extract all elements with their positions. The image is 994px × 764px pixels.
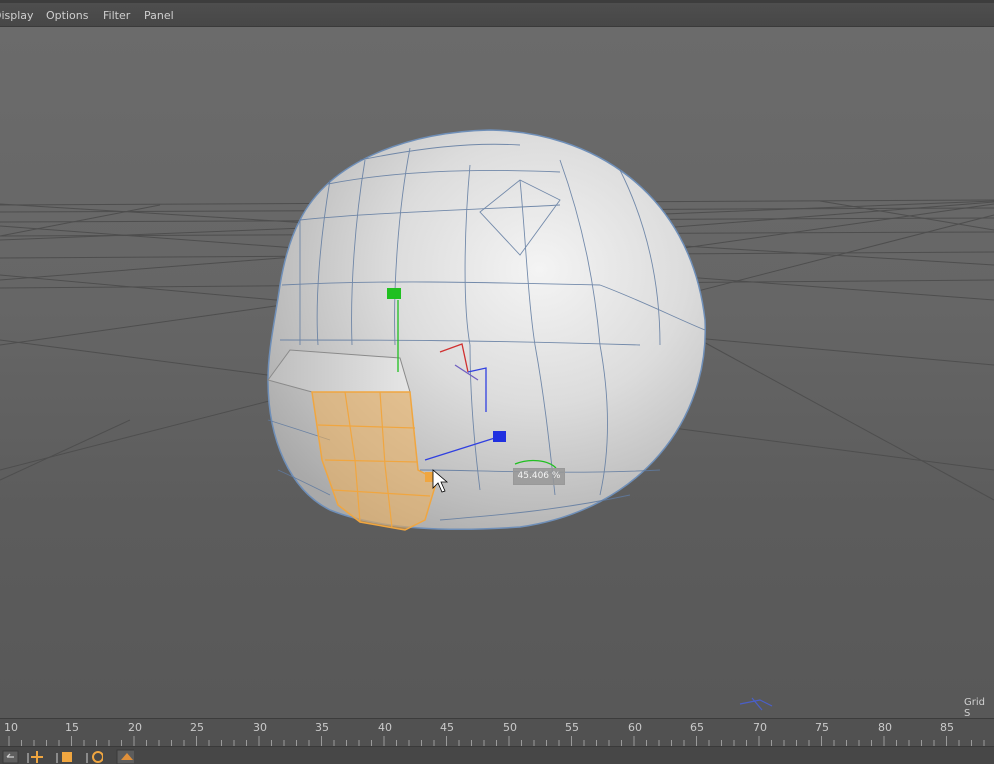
perspective-viewport[interactable]: 45.406 % Grid S <box>0 27 994 718</box>
timeline-ruler[interactable]: 10 15 20 25 30 35 40 45 50 55 60 65 70 7… <box>0 718 994 747</box>
timeline-tick-label: 45 <box>440 721 454 734</box>
timeline-tick-label: 35 <box>315 721 329 734</box>
timeline-tick-label: 65 <box>690 721 704 734</box>
timeline-tick-label: 15 <box>65 721 79 734</box>
timeline-tick-label: 80 <box>878 721 892 734</box>
timeline-tick-label: 10 <box>4 721 18 734</box>
z-axis-handle[interactable] <box>493 431 506 442</box>
viewport-menu-bar: Display Options Filter Panel <box>0 0 994 27</box>
menu-display[interactable]: Display <box>0 9 34 22</box>
render-icon[interactable] <box>116 749 134 764</box>
window-top-edge <box>0 0 994 3</box>
timeline-tick-label: 75 <box>815 721 829 734</box>
viewport-scene <box>0 129 994 711</box>
timeline-tick-label: 30 <box>253 721 267 734</box>
timeline-tick-label: 25 <box>190 721 204 734</box>
timeline-tick-marks <box>8 736 985 746</box>
menu-filter[interactable]: Filter <box>103 9 130 22</box>
y-axis-handle[interactable] <box>387 288 401 299</box>
timeline-tick-label: 60 <box>628 721 642 734</box>
timeline-tick-label: 40 <box>378 721 392 734</box>
menu-panel[interactable]: Panel <box>144 9 174 22</box>
menu-options[interactable]: Options <box>46 9 88 22</box>
timeline-tick-label: 70 <box>753 721 767 734</box>
grid-spacing-label: Grid S <box>964 697 985 718</box>
timeline-tick-label: 50 <box>503 721 517 734</box>
sphere-object[interactable] <box>267 129 706 531</box>
move-icon[interactable] <box>27 749 45 764</box>
timeline-tick-label: 20 <box>128 721 142 734</box>
undo-icon[interactable] <box>2 749 20 764</box>
rotate-icon[interactable] <box>85 749 103 764</box>
scale-icon[interactable] <box>55 749 73 764</box>
world-axis-indicator <box>739 697 773 711</box>
timeline-tick-label: 85 <box>940 721 954 734</box>
scale-readout: 45.406 % <box>513 468 565 485</box>
bottom-toolbar <box>0 746 994 764</box>
timeline-tick-label: 55 <box>565 721 579 734</box>
